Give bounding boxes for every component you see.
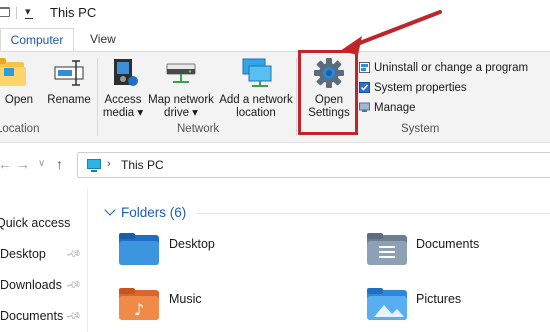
group-label-location: Location <box>0 123 40 135</box>
tab-computer[interactable]: Computer <box>0 28 74 52</box>
manage-button[interactable]: Manage <box>359 100 528 120</box>
up-arrow-icon[interactable]: ↑ <box>56 156 63 172</box>
nav-item-documents[interactable]: Documents 📌︎ <box>0 308 88 329</box>
uninstall-program-label: Uninstall or change a program <box>374 62 529 74</box>
back-arrow-icon[interactable]: ← <box>0 156 12 172</box>
uninstall-program-button[interactable]: Uninstall or change a program <box>359 60 528 80</box>
folders-section-header[interactable]: Folders (6) <box>104 204 187 220</box>
pictures-folder-icon <box>367 288 407 320</box>
manage-computer-icon <box>359 102 370 113</box>
add-network-location-button[interactable]: Add a network location <box>217 56 295 120</box>
add-network-location-label-line2: location <box>236 107 276 119</box>
rename-icon <box>52 56 86 90</box>
nav-item-quick-access[interactable]: Quick access <box>0 216 70 236</box>
quick-access-toolbar-dropdown-icon[interactable]: ▾ <box>25 5 33 19</box>
folder-tile-label: Desktop <box>169 237 215 251</box>
ribbon: Open Rename Location Access media ▾ Map … <box>0 51 550 143</box>
pin-icon: 📌︎ <box>64 246 82 263</box>
nav-item-label: Documents <box>0 309 64 323</box>
breadcrumb-chevron-icon[interactable]: › <box>107 158 111 170</box>
desktop-folder-icon <box>119 233 159 265</box>
add-network-location-label-line1: Add a network <box>219 94 293 106</box>
folder-icon <box>0 7 10 17</box>
rename-button[interactable]: Rename <box>44 56 94 107</box>
pin-icon: 📌︎ <box>64 308 82 325</box>
nav-item-label: Quick access <box>0 216 71 230</box>
network-location-icon <box>239 56 273 90</box>
map-network-drive-label-line2: drive ▾ <box>164 107 198 119</box>
group-separator <box>296 58 297 136</box>
folder-tile-label: Music <box>169 292 202 306</box>
group-separator <box>97 58 98 136</box>
ribbon-tabs: Computer View <box>0 28 550 52</box>
documents-folder-icon <box>367 233 407 265</box>
group-label-network: Network <box>177 123 220 135</box>
recent-locations-chevron-icon[interactable]: ∨ <box>38 158 45 169</box>
media-icon <box>106 56 140 90</box>
chevron-down-icon <box>104 204 116 216</box>
this-pc-icon <box>87 159 101 172</box>
folders-section-title: Folders (6) <box>121 205 187 220</box>
map-network-drive-label-line1: Map network <box>148 94 214 106</box>
open-folder-icon <box>0 56 30 90</box>
nav-item-label: Downloads <box>0 278 62 292</box>
window-title: This PC <box>50 5 97 20</box>
navigation-bar: ← → ∨ ↑ › This PC <box>0 148 550 182</box>
nav-item-label: Desktop <box>0 247 46 261</box>
system-commands: Uninstall or change a program System pro… <box>359 60 528 120</box>
forward-arrow-icon[interactable]: → <box>16 156 30 172</box>
checkbox-checked-icon <box>359 82 370 93</box>
title-bar: ▾ This PC <box>0 0 550 28</box>
rename-label: Rename <box>47 94 91 106</box>
folder-tile-label: Documents <box>416 237 480 251</box>
tab-view[interactable]: View <box>82 28 124 52</box>
network-drive-icon <box>164 56 198 90</box>
svg-text:♪: ♪ <box>134 300 144 319</box>
system-properties-button[interactable]: System properties <box>359 80 528 100</box>
title-separator <box>16 7 17 19</box>
access-media-label-line2: media ▾ <box>102 107 144 119</box>
nav-item-downloads[interactable]: Downloads 📌︎ <box>0 277 88 298</box>
address-bar[interactable]: › This PC <box>77 152 550 178</box>
group-label-system: System <box>401 123 440 135</box>
uninstall-icon <box>359 62 370 73</box>
annotation-highlight-box <box>298 50 358 135</box>
access-media-button[interactable]: Access media ▾ <box>100 56 146 120</box>
access-media-label-line1: Access <box>104 94 142 106</box>
nav-item-desktop[interactable]: Desktop 📌︎ <box>0 246 88 267</box>
navigation-pane: Quick access Desktop 📌︎ Downloads 📌︎ Doc… <box>0 188 88 332</box>
music-folder-icon: ♪ <box>119 288 159 320</box>
pane-divider <box>87 188 88 332</box>
folder-tile-label: Pictures <box>416 292 462 306</box>
manage-label: Manage <box>374 102 416 114</box>
section-divider <box>196 213 550 214</box>
system-properties-label: System properties <box>374 82 467 94</box>
breadcrumb[interactable]: This PC <box>121 158 164 172</box>
open-button[interactable]: Open <box>0 56 38 107</box>
open-label: Open <box>4 94 34 106</box>
pin-icon: 📌︎ <box>64 277 82 294</box>
map-network-drive-button[interactable]: Map network drive ▾ <box>146 56 216 120</box>
